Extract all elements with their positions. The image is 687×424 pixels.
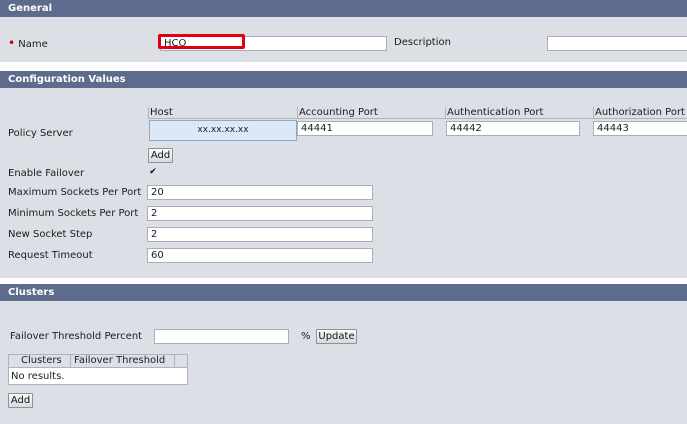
percent-sign: % <box>301 331 311 342</box>
clusters-table: Clusters Failover Threshold No results. <box>8 354 188 385</box>
request-timeout-label: Request Timeout <box>8 250 93 261</box>
min-sockets-input[interactable]: 2 <box>147 206 373 221</box>
failover-threshold-input[interactable] <box>154 329 289 344</box>
host-input[interactable]: xx.xx.xx.xx <box>149 120 297 141</box>
enable-failover-checkbox[interactable]: ✔ <box>148 167 158 177</box>
column-authentication-port: Authentication Port <box>445 107 593 119</box>
general-section-header: General <box>0 0 687 17</box>
new-socket-step-value: 2 <box>151 229 158 240</box>
host-input-value: xx.xx.xx.xx <box>197 125 249 135</box>
max-sockets-label: Maximum Sockets Per Port <box>8 187 142 198</box>
request-timeout-value: 60 <box>151 250 164 261</box>
add-cluster-label: Add <box>10 395 31 406</box>
column-host: Host <box>148 107 297 119</box>
config-section-header: Configuration Values <box>0 71 687 88</box>
authorization-port-input[interactable]: 44443 <box>593 121 687 136</box>
new-socket-step-input[interactable]: 2 <box>147 227 373 242</box>
general-header-text: General <box>8 3 52 14</box>
no-results-label: No results. <box>11 371 65 382</box>
column-failover-threshold: Failover Threshold <box>71 355 175 368</box>
name-highlight-box <box>158 34 245 49</box>
column-clusters-label: Clusters <box>21 355 62 366</box>
authentication-port-input[interactable]: 44442 <box>446 121 580 136</box>
add-cluster-button[interactable]: Add <box>8 393 33 408</box>
failover-threshold-label: Failover Threshold Percent <box>10 331 143 342</box>
column-authorization-port-label: Authorization Port <box>595 107 685 118</box>
required-marker: • <box>8 36 16 50</box>
add-policy-server-button[interactable]: Add <box>148 148 173 163</box>
max-sockets-value: 20 <box>151 187 164 198</box>
enable-failover-label: Enable Failover <box>8 168 85 179</box>
accounting-port-value: 44441 <box>301 123 333 134</box>
column-host-label: Host <box>150 107 173 118</box>
update-button[interactable]: Update <box>316 329 357 344</box>
check-icon: ✔ <box>149 167 157 177</box>
name-label-wrap: • Name <box>8 37 48 51</box>
no-results-text: No results. <box>11 370 64 383</box>
clusters-header-text: Clusters <box>8 287 55 298</box>
description-input[interactable] <box>547 36 687 51</box>
accounting-port-input[interactable]: 44441 <box>297 121 433 136</box>
config-header-text: Configuration Values <box>8 74 126 85</box>
column-authorization-port: Authorization Port <box>593 107 687 119</box>
min-sockets-value: 2 <box>151 208 158 219</box>
add-policy-server-label: Add <box>150 150 171 161</box>
clusters-section-header: Clusters <box>0 284 687 301</box>
max-sockets-input[interactable]: 20 <box>147 185 373 200</box>
column-authentication-port-label: Authentication Port <box>447 107 544 118</box>
authentication-port-value: 44442 <box>450 123 482 134</box>
new-socket-step-label: New Socket Step <box>8 229 93 240</box>
min-sockets-label: Minimum Sockets Per Port <box>8 208 139 219</box>
description-label: Description <box>394 37 451 48</box>
column-accounting-port: Accounting Port <box>297 107 445 119</box>
column-clusters: Clusters <box>9 355 71 368</box>
update-button-label: Update <box>318 331 355 342</box>
name-label: Name <box>18 39 48 50</box>
authorization-port-value: 44443 <box>597 123 629 134</box>
column-failover-threshold-label: Failover Threshold <box>74 355 166 366</box>
request-timeout-input[interactable]: 60 <box>147 248 373 263</box>
column-accounting-port-label: Accounting Port <box>299 107 378 118</box>
policy-server-label: Policy Server <box>8 128 73 139</box>
